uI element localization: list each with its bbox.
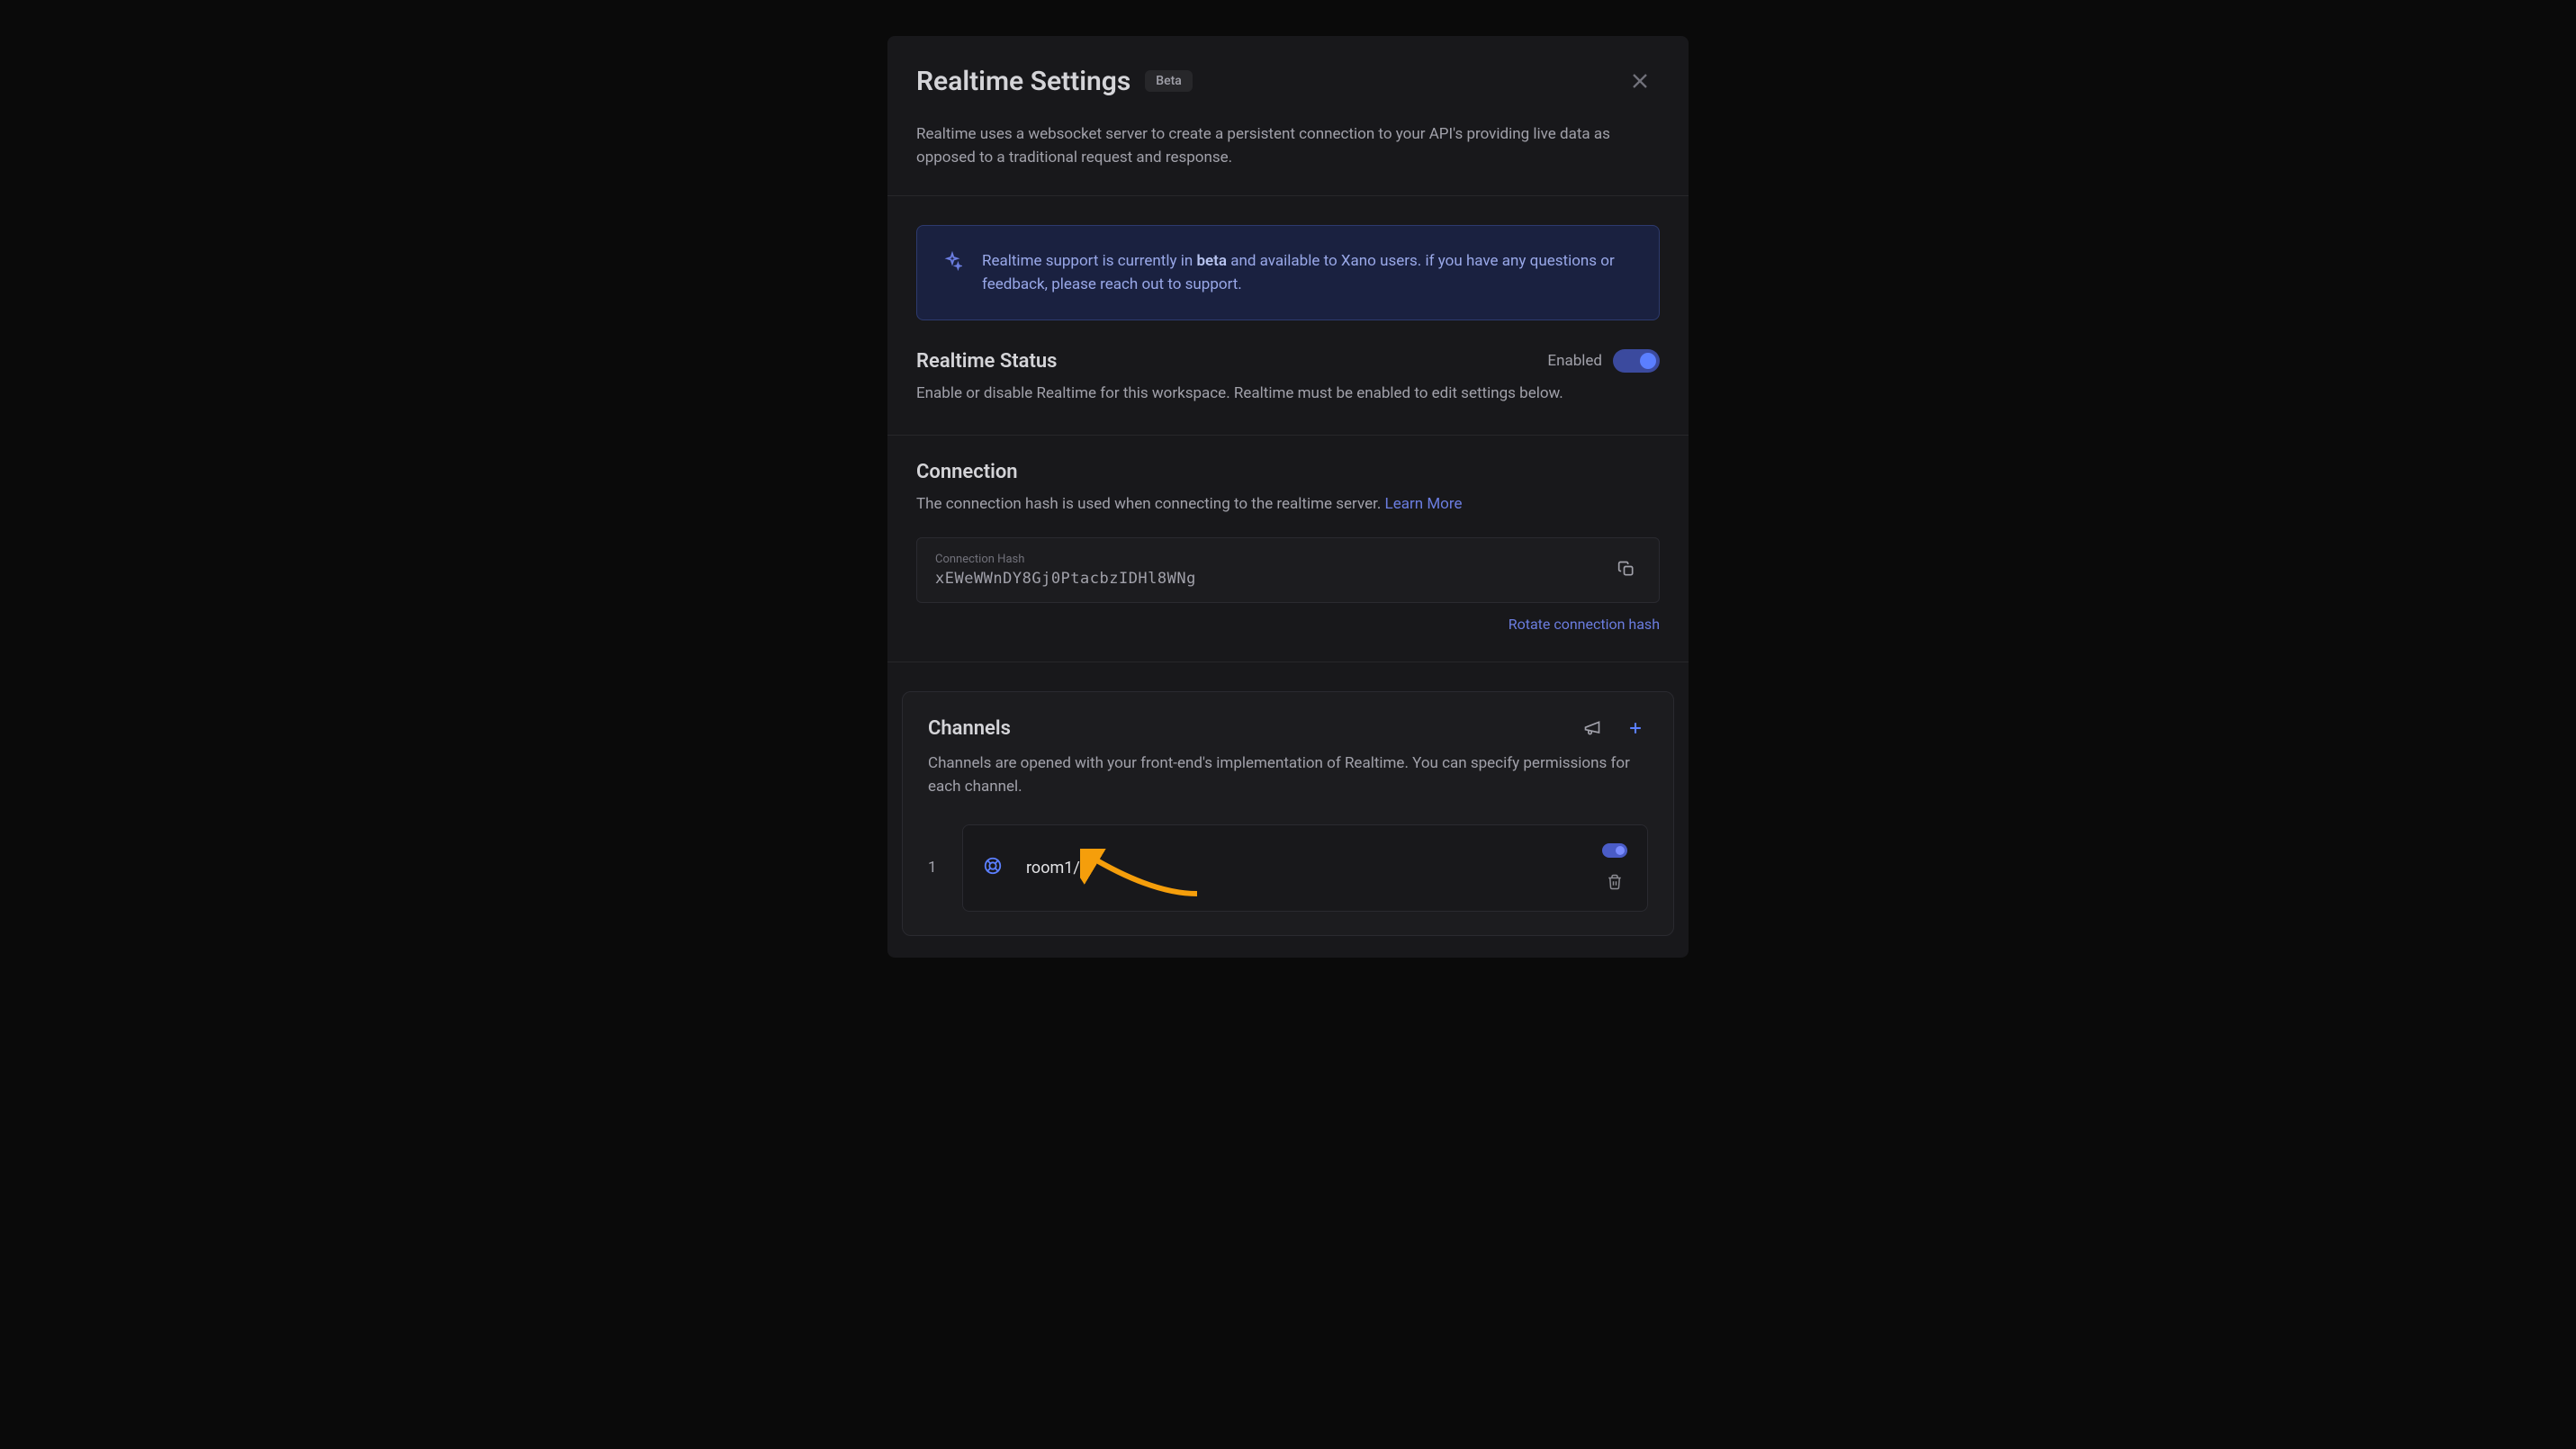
connection-title: Connection (916, 461, 1660, 483)
status-row: Realtime Status Enabled (916, 349, 1660, 373)
connection-desc: The connection hash is used when connect… (916, 492, 1660, 516)
channel-row: 1 room1/* (928, 824, 1648, 912)
channels-section: Channels Channels are opened with your f… (902, 691, 1674, 936)
trash-icon (1607, 874, 1623, 890)
connection-hash-field: Connection Hash xEWeWWnDY8Gj0PtacbzIDHl8… (916, 537, 1660, 603)
banner-text: Realtime support is currently in beta an… (982, 249, 1634, 297)
channel-name: room1/* (1026, 859, 1579, 878)
close-icon (1627, 68, 1653, 94)
modal-title: Realtime Settings (916, 66, 1130, 97)
announce-button[interactable] (1580, 716, 1605, 741)
channel-index: 1 (928, 859, 939, 877)
copy-hash-button[interactable] (1612, 554, 1641, 586)
channels-title: Channels (928, 717, 1011, 740)
beta-info-banner: Realtime support is currently in beta an… (916, 225, 1660, 321)
copy-icon (1617, 560, 1635, 578)
learn-more-link[interactable]: Learn More (1385, 495, 1463, 513)
channel-controls (1602, 843, 1627, 893)
hash-value: xEWeWWnDY8Gj0PtacbzIDHl8WNg (935, 570, 1196, 588)
channels-desc: Channels are opened with your front-end'… (928, 752, 1648, 799)
channel-item[interactable]: room1/* (962, 824, 1648, 912)
plus-icon (1626, 719, 1644, 737)
channel-enable-toggle[interactable] (1602, 843, 1627, 858)
realtime-settings-modal: Realtime Settings Beta Realtime uses a w… (887, 36, 1689, 958)
hash-label: Connection Hash (935, 553, 1196, 566)
status-desc: Enable or disable Realtime for this work… (916, 382, 1660, 405)
sparkle-icon (942, 251, 962, 297)
title-group: Realtime Settings Beta (916, 66, 1193, 97)
connection-section: Connection The connection hash is used w… (887, 436, 1689, 662)
megaphone-icon (1583, 719, 1601, 737)
close-button[interactable] (1620, 61, 1660, 101)
add-channel-button[interactable] (1623, 716, 1648, 741)
modal-description: Realtime uses a websocket server to crea… (887, 122, 1689, 196)
beta-badge: Beta (1145, 70, 1193, 92)
modal-header: Realtime Settings Beta (887, 36, 1689, 101)
status-section: Realtime Status Enabled Enable or disabl… (887, 320, 1689, 435)
toggle-label: Enabled (1547, 352, 1602, 370)
rotate-hash-link[interactable]: Rotate connection hash (916, 616, 1660, 633)
status-toggle-group: Enabled (1547, 349, 1660, 373)
toggle-knob (1640, 353, 1656, 369)
channels-actions (1580, 716, 1648, 741)
status-title: Realtime Status (916, 350, 1057, 373)
channels-header: Channels (928, 716, 1648, 741)
hash-content: Connection Hash xEWeWWnDY8Gj0PtacbzIDHl8… (935, 553, 1196, 588)
realtime-enable-toggle[interactable] (1613, 349, 1660, 373)
lifebuoy-icon (983, 856, 1003, 879)
delete-channel-button[interactable] (1607, 874, 1623, 893)
mini-toggle-knob (1616, 846, 1625, 855)
